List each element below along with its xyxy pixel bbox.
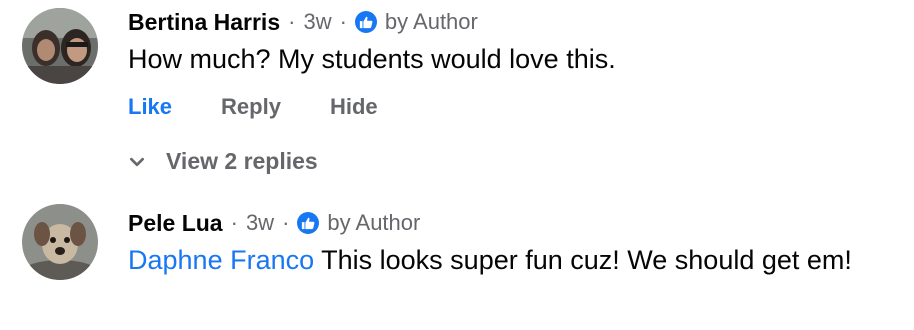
separator-dot: · xyxy=(339,9,347,34)
mention-link[interactable]: Daphne Franco xyxy=(128,245,314,275)
view-replies-button[interactable]: View 2 replies xyxy=(128,148,318,175)
chevron-down-icon xyxy=(130,157,144,166)
comment-bertina-harris: Bertina Harris · 3w · by Author How much… xyxy=(0,0,914,190)
comment-text: How much? My students would love this. xyxy=(128,40,888,78)
author-badge-label: by Author xyxy=(327,210,421,235)
view-replies-label: View 2 replies xyxy=(166,148,318,174)
reply-button[interactable]: Reply xyxy=(221,94,281,120)
separator-dot: · xyxy=(230,210,238,235)
comment-body: This looks super fun cuz! We should get … xyxy=(321,245,852,275)
separator-dot: · xyxy=(288,9,296,34)
hide-button[interactable]: Hide xyxy=(330,94,378,120)
thumbs-up-icon xyxy=(354,11,377,33)
author-badge-label: by Author xyxy=(384,9,478,34)
separator-dot: · xyxy=(282,210,290,235)
avatar-photo xyxy=(22,8,98,84)
comment-actions: Like Reply Hide xyxy=(128,94,378,120)
comment-timestamp[interactable]: 3w xyxy=(303,9,331,35)
avatar[interactable] xyxy=(22,8,98,84)
comment-text: Daphne Franco This looks super fun cuz! … xyxy=(128,241,888,279)
like-button[interactable]: Like xyxy=(128,94,172,120)
comment-timestamp[interactable]: 3w xyxy=(246,210,274,236)
comment-header: Bertina Harris · 3w · by Author xyxy=(128,7,478,37)
comment-author[interactable]: Pele Lua xyxy=(128,210,223,237)
avatar[interactable] xyxy=(22,204,98,280)
avatar-photo xyxy=(22,204,98,280)
comment-author[interactable]: Bertina Harris xyxy=(128,9,280,36)
comment-header: Pele Lua · 3w · by Author xyxy=(128,208,420,238)
comment-pele-lua: Pele Lua · 3w · by Author Daphne Franco … xyxy=(0,190,914,330)
thumbs-up-icon xyxy=(297,212,320,234)
comment-body: How much? My students would love this. xyxy=(128,44,616,74)
